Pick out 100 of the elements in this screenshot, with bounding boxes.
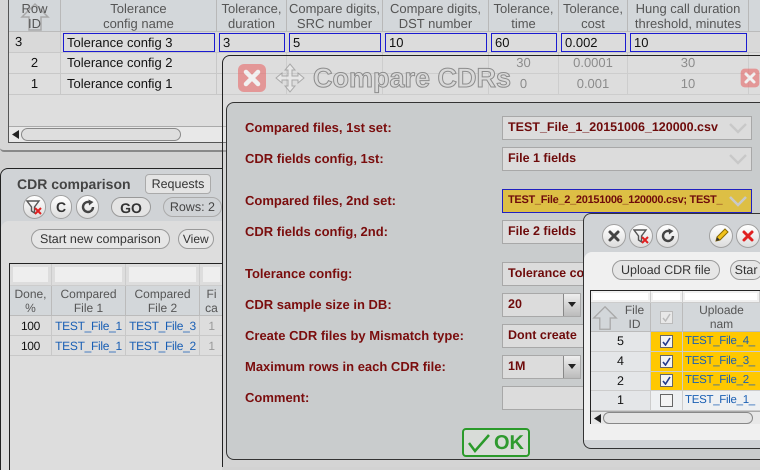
column-header[interactable]: Compared File 1 [60,286,117,314]
delete-icon [741,229,756,243]
table-cell-text: Tolerance config 2 [66,54,174,72]
table-cell-text: 2 [30,54,40,72]
table-cell-text: 100 [20,338,40,354]
field-label: Tolerance config: [245,264,354,283]
filter-clear-icon [632,228,649,244]
filter-field[interactable] [202,266,221,283]
sort-arrow-icon [592,304,618,332]
scrollbar-thumb[interactable] [21,128,181,141]
cell-input[interactable]: 60 [491,32,557,52]
refresh-button[interactable] [656,224,680,248]
cell-input[interactable]: 10 [385,32,487,52]
field-label: Maximum rows in each CDR file: [245,358,447,376]
file-link[interactable]: TEST_File_1 [55,316,122,334]
column-header[interactable]: Row ID [9,0,61,31]
check-icon [662,336,671,346]
header-text: Tolerance, time [494,0,554,30]
refresh-icon [660,228,676,244]
table-cell-text: 30 [515,54,532,72]
column-header[interactable]: Tolerance, duration [217,0,287,31]
dropdown-arrow-icon [568,364,576,369]
check-icon [662,356,671,366]
view-button[interactable]: View [178,229,214,249]
field-label: Comment: [245,388,310,407]
table-cell-text: 0.0001 [572,54,614,72]
field-label: CDR fields config, 2nd: [245,222,389,241]
field-label: CDR sample size in DB: [245,296,393,314]
requests-button[interactable]: Requests [144,174,212,194]
row-checkbox[interactable] [660,334,673,348]
select-field[interactable]: 1M [502,354,581,378]
start-button[interactable]: Star [730,260,760,280]
column-header[interactable]: Fi ca [205,286,218,314]
combo-field[interactable]: TEST_File_1_20151006_120000.csv [502,116,752,140]
column-header[interactable]: Compared File 2 [134,286,191,314]
cell-input[interactable]: 10 [630,32,747,52]
field-label: Compared files, 1st set: [245,118,393,137]
table-cell-text: 0.001 [576,75,610,94]
table-cell-text: 1 [617,392,624,410]
filter-clear-button[interactable] [23,195,46,219]
move-icon[interactable] [275,63,305,93]
file-link[interactable]: TEST_File_1_ [685,392,755,410]
column-header[interactable]: Compare digits, DST number [383,0,489,31]
column-header[interactable]: Tolerance, cost [559,0,628,31]
checkmark-icon [468,432,490,452]
file-link[interactable]: TEST_File_1 [55,336,122,354]
column-header[interactable]: Tolerance, time [489,0,559,31]
rows-count: Rows: 2 [162,197,222,217]
table-cell-text: 30 [680,54,696,72]
refresh-button[interactable] [76,195,100,219]
close-button[interactable] [602,224,626,248]
column-header[interactable]: Uploade nam [683,303,760,331]
table-cell-text: 1 [30,75,40,94]
filter-clear-icon [26,199,42,215]
refresh-icon [80,199,96,215]
table-cell-text: 3 [14,33,24,52]
table-cell-text: 1 [208,318,215,334]
filter-clear-button[interactable] [628,224,653,248]
row-checkbox[interactable] [660,354,673,368]
edit-button[interactable] [709,224,734,248]
column-header[interactable]: File ID [591,303,651,331]
go-button[interactable]: GO [111,197,151,217]
upload-button[interactable]: Upload CDR file [612,260,720,280]
field-label: Compared files, 2nd set: [245,192,397,210]
horizontal-scrollbar[interactable] [591,411,760,424]
header-text: Tolerance config name [103,0,174,30]
delete-button[interactable] [736,224,760,248]
row-checkbox[interactable] [660,394,673,408]
combo-field[interactable]: TEST_File_2_20151006_120000.csv; TEST_ [502,188,752,212]
table-cell-text: 1 [208,338,215,354]
clear-button[interactable]: C [50,195,72,219]
table-cell-text: 100 [20,318,40,334]
cell-input[interactable]: 3 [219,32,285,52]
check-icon [662,376,671,386]
header-text: Uploade nam [699,303,744,331]
combo-field[interactable]: File 1 fields [502,146,752,170]
start-comparison-button[interactable]: Start new comparison [31,229,170,249]
window-title: CDR comparison [17,174,131,194]
cell-input[interactable]: 5 [289,32,381,52]
column-header[interactable]: Tolerance config name [61,0,217,31]
cell-input[interactable]: Tolerance config 3 [63,32,215,52]
ok-button[interactable]: OK [462,428,530,457]
table-cell-text: 4 [617,352,624,370]
table-cell-text: 2 [617,372,624,390]
row-checkbox[interactable] [660,374,673,388]
field-label: Create CDR files by Mismatch type: [245,326,465,345]
table-cell-text: 10 [680,75,696,94]
scroll-left-icon [594,414,600,422]
pencil-icon [713,228,730,244]
header-text: Tolerance, duration [222,0,282,30]
table-cell-text: 5 [617,333,624,350]
column-header[interactable]: Done, % [14,286,47,314]
scrollbar-thumb[interactable] [603,412,753,424]
header-text: Row ID [21,0,48,30]
field-label: CDR fields config, 1st: [245,150,385,168]
cell-input[interactable]: 0.002 [561,32,626,52]
select-field[interactable]: 20 [502,292,581,316]
file-link[interactable]: TEST_File_3 [129,316,196,334]
file-link[interactable]: TEST_File_2 [129,336,196,354]
header-text: File ID [624,303,644,331]
